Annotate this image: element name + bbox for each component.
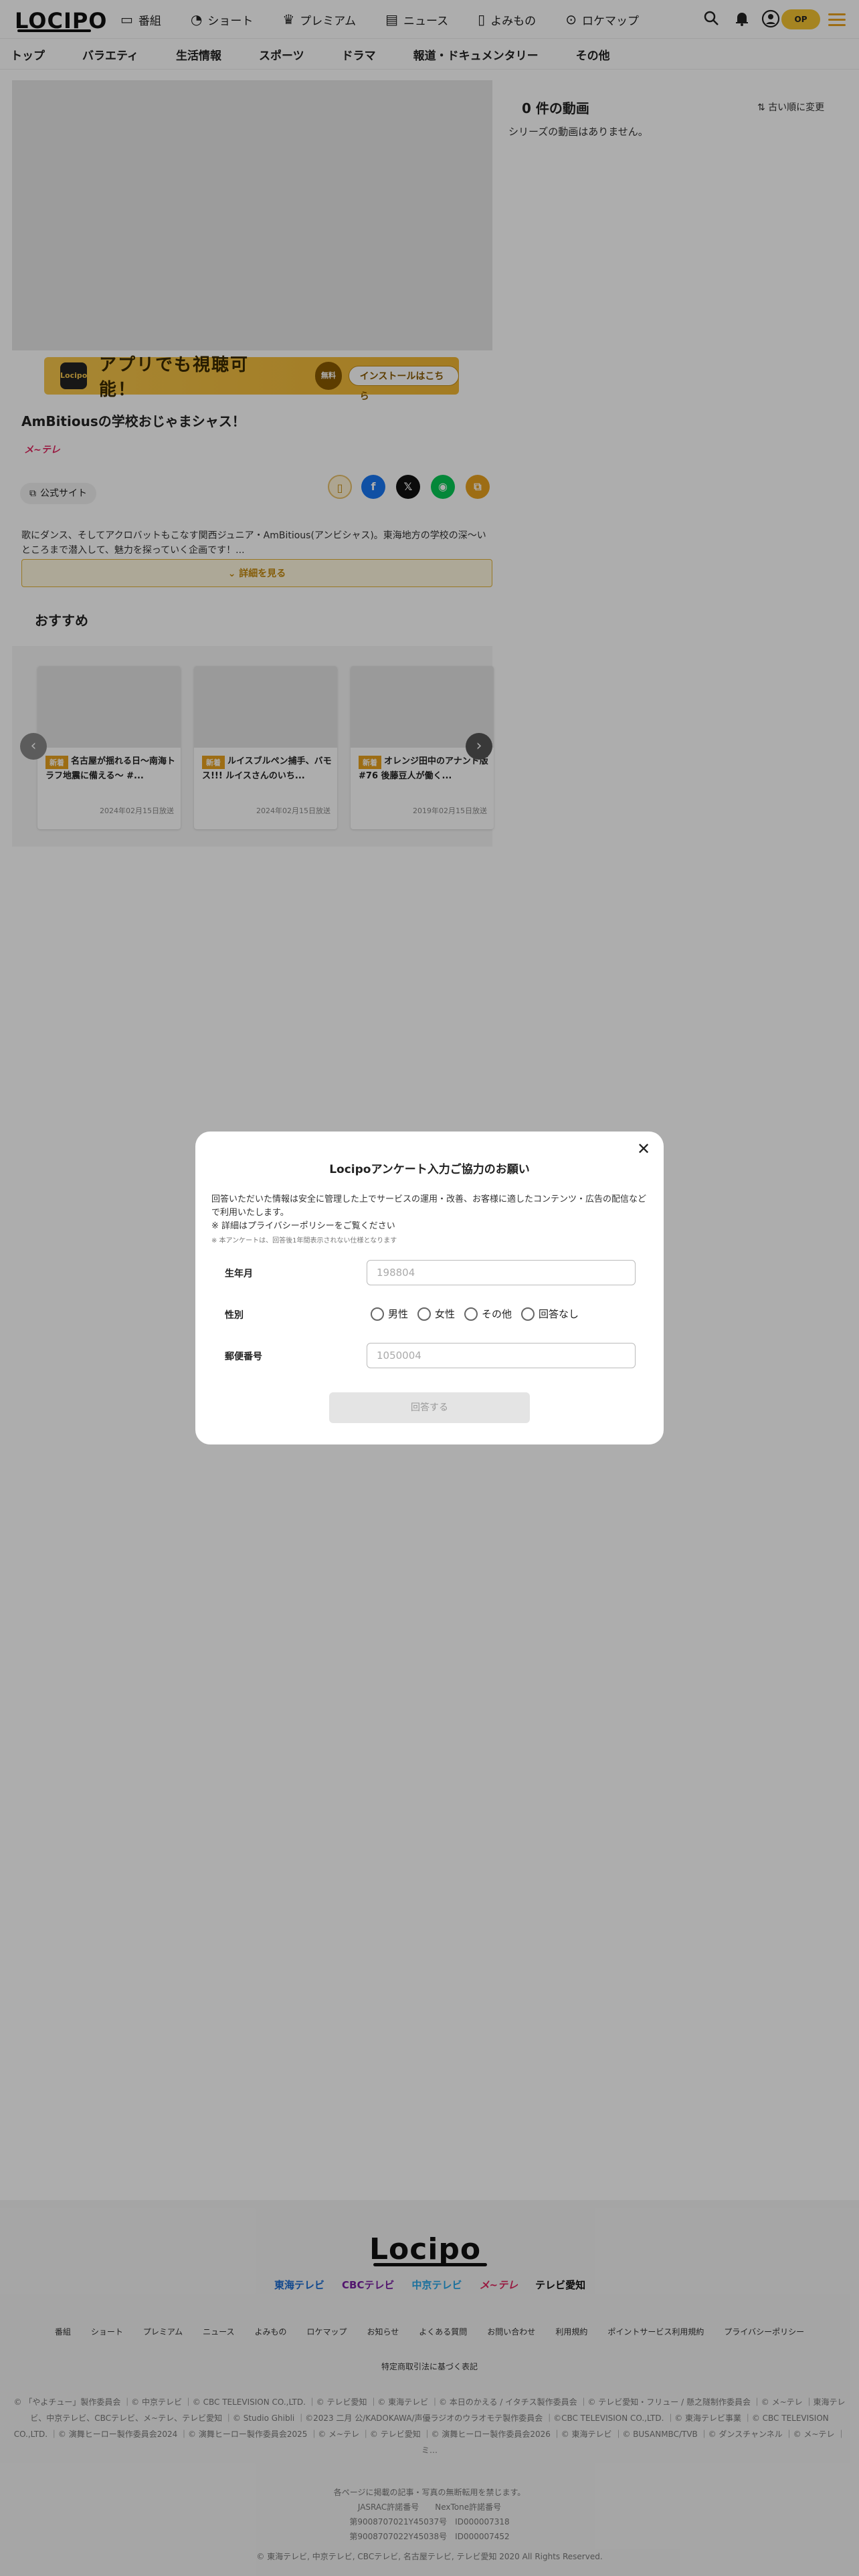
zip-input[interactable]: 1050004 [367, 1343, 636, 1368]
radio-circle-icon [371, 1307, 384, 1321]
radio-circle-icon [521, 1307, 535, 1321]
radio-circle-icon [417, 1307, 432, 1321]
close-icon[interactable]: ✕ [637, 1141, 650, 1157]
survey-modal: ✕ Locipoアンケート入力ご協力のお願い 回答いただいた情報は安全に管理した… [195, 1132, 664, 1444]
gender-noanswer-radio[interactable]: 回答なし [521, 1307, 579, 1321]
radio-circle-icon [464, 1307, 478, 1321]
gender-label: 性別 [225, 1310, 244, 1321]
intro-text: 回答いただいた情報は安全に管理した上でサービスの運用・改善、お客様に適したコンテ… [211, 1194, 647, 1218]
gender-other-radio[interactable]: その他 [464, 1307, 512, 1321]
modal-title: Locipoアンケート入力ご協力のお願い [329, 1163, 530, 1176]
birth-label: 生年月 [225, 1269, 253, 1279]
birth-input[interactable]: 198804 [367, 1260, 636, 1285]
radio-label: その他 [482, 1308, 512, 1320]
privacy-note[interactable]: ※ 詳細はプライバシーポリシーをご覧ください [211, 1220, 648, 1233]
zip-label: 郵便番号 [225, 1352, 262, 1362]
radio-label: 回答なし [539, 1308, 579, 1320]
modal-small-note: ※ 本アンケートは、回答後1年間表示されない仕様となります [211, 1237, 397, 1245]
radio-label: 女性 [435, 1308, 456, 1320]
page: LOCIPO ▭ 番組 ◔ ショート ♛ プレミアム ▤ ニュース ▯ よみもの ⊙ ロケマ… [0, 0, 859, 2576]
modal-intro: 回答いただいた情報は安全に管理した上でサービスの運用・改善、お客様に適したコンテ… [211, 1193, 648, 1233]
gender-male-radio[interactable]: 男性 [371, 1307, 408, 1321]
submit-button[interactable]: 回答する [329, 1392, 530, 1423]
radio-label: 男性 [388, 1308, 409, 1320]
gender-female-radio[interactable]: 女性 [417, 1307, 455, 1321]
gender-radio-group: 男性 女性 その他 回答なし [371, 1307, 579, 1321]
